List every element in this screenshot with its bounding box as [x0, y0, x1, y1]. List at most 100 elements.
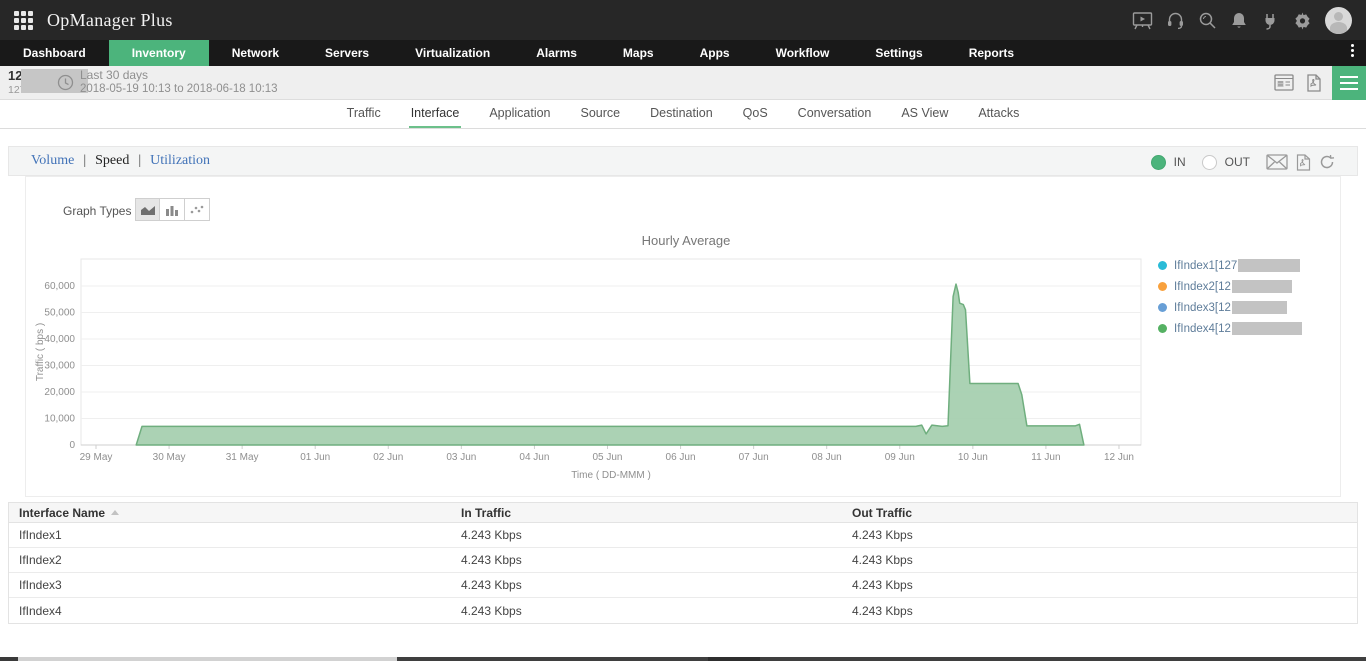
nav-item[interactable]: Workflow: [753, 40, 853, 66]
scatter-chart-type-button[interactable]: [185, 198, 210, 221]
svg-text:50,000: 50,000: [44, 308, 75, 319]
presentation-icon[interactable]: [1132, 11, 1153, 30]
view-options-bar: Volume Speed Utilization IN OUT: [8, 146, 1358, 176]
tab[interactable]: Source: [579, 100, 623, 128]
tab[interactable]: Conversation: [796, 100, 874, 128]
bar-chart-type-button[interactable]: [160, 198, 185, 221]
cell-out-traffic: 4.243 Kbps: [852, 604, 1357, 618]
svg-text:06 Jun: 06 Jun: [666, 452, 696, 463]
legend-color-dot: [1158, 261, 1167, 270]
pdf-export-icon[interactable]: [1296, 154, 1311, 171]
legend-item[interactable]: IfIndex2[12: [1158, 280, 1302, 293]
legend-color-dot: [1158, 303, 1167, 312]
svg-text:08 Jun: 08 Jun: [812, 452, 842, 463]
svg-text:30,000: 30,000: [44, 361, 75, 372]
svg-text:31 May: 31 May: [226, 452, 259, 463]
legend-label: IfIndex4[12: [1174, 323, 1231, 335]
cell-interface-name: IfIndex4: [9, 604, 461, 618]
period-range: 2018-05-19 10:13 to 2018-06-18 10:13: [80, 83, 278, 95]
cell-out-traffic: 4.243 Kbps: [852, 553, 1357, 567]
out-radio[interactable]: [1202, 155, 1217, 170]
notifications-bell-icon[interactable]: [1230, 11, 1248, 30]
clock-icon: [57, 74, 74, 96]
refresh-icon[interactable]: [1319, 154, 1335, 170]
report-layout-icon[interactable]: [1274, 74, 1294, 97]
interface-table: Interface Name In Traffic Out Traffic If…: [8, 502, 1358, 624]
svg-text:Time ( DD-MMM ): Time ( DD-MMM ): [571, 470, 651, 481]
taskbar-edge-segment: [708, 657, 760, 661]
nav-item[interactable]: Virtualization: [392, 40, 513, 66]
table-row[interactable]: IfIndex2 4.243 Kbps 4.243 Kbps: [9, 548, 1357, 573]
legend-redaction: [1238, 259, 1300, 272]
nav-item[interactable]: Alarms: [513, 40, 600, 66]
email-report-icon[interactable]: [1266, 154, 1288, 170]
legend-color-dot: [1158, 282, 1167, 291]
svg-text:07 Jun: 07 Jun: [739, 452, 769, 463]
table-row[interactable]: IfIndex1 4.243 Kbps 4.243 Kbps: [9, 523, 1357, 548]
cell-interface-name: IfIndex2: [9, 553, 461, 567]
svg-text:30 May: 30 May: [153, 452, 186, 463]
area-chart-type-button[interactable]: [135, 198, 160, 221]
apps-grid-icon[interactable]: [14, 11, 33, 30]
legend-redaction: [1232, 280, 1292, 293]
view-link[interactable]: Speed: [74, 153, 129, 169]
col-interface-name: Interface Name: [19, 506, 105, 520]
tab[interactable]: Interface: [409, 100, 462, 128]
legend-item[interactable]: IfIndex4[12: [1158, 322, 1302, 335]
settings-gear-icon[interactable]: [1293, 11, 1312, 30]
nav-item[interactable]: Servers: [302, 40, 392, 66]
nav-item[interactable]: Apps: [677, 40, 753, 66]
tab[interactable]: Application: [487, 100, 552, 128]
cell-interface-name: IfIndex1: [9, 528, 461, 542]
svg-text:0: 0: [69, 440, 75, 451]
table-row[interactable]: IfIndex3 4.243 Kbps 4.243 Kbps: [9, 573, 1357, 598]
nav-item[interactable]: Reports: [946, 40, 1037, 66]
legend-item[interactable]: IfIndex3[12: [1158, 301, 1302, 314]
col-in-traffic: In Traffic: [461, 506, 852, 520]
in-radio-label: IN: [1174, 155, 1186, 169]
svg-text:29 May: 29 May: [80, 452, 113, 463]
user-avatar[interactable]: [1325, 7, 1352, 34]
table-row[interactable]: IfIndex4 4.243 Kbps 4.243 Kbps: [9, 598, 1357, 623]
svg-text:01 Jun: 01 Jun: [300, 452, 330, 463]
tab[interactable]: Traffic: [345, 100, 383, 128]
panel-menu-button[interactable]: [1332, 66, 1366, 100]
main-nav: Dashboard Inventory Network Servers Virt…: [0, 40, 1366, 66]
nav-item[interactable]: Maps: [600, 40, 677, 66]
main-nav-items: Dashboard Inventory Network Servers Virt…: [0, 40, 1037, 66]
cell-out-traffic: 4.243 Kbps: [852, 578, 1357, 592]
sort-arrow-icon[interactable]: [111, 510, 119, 515]
app-title: OpManager Plus: [47, 10, 173, 31]
interface-table-header: Interface Name In Traffic Out Traffic: [9, 502, 1357, 523]
nav-item[interactable]: Network: [209, 40, 302, 66]
tab[interactable]: QoS: [741, 100, 770, 128]
legend-color-dot: [1158, 324, 1167, 333]
traffic-chart-panel: Graph Types Hourly Average 010,00020,000…: [25, 176, 1341, 497]
nav-overflow-menu-icon[interactable]: [1346, 44, 1358, 62]
plugin-icon[interactable]: [1261, 11, 1280, 30]
view-links: Volume Speed Utilization: [31, 153, 210, 169]
nav-item[interactable]: Dashboard: [0, 40, 109, 66]
search-icon[interactable]: [1198, 11, 1217, 30]
nav-item[interactable]: Inventory: [109, 40, 209, 66]
cell-in-traffic: 4.243 Kbps: [461, 553, 852, 567]
tab[interactable]: AS View: [899, 100, 950, 128]
pdf-export-icon[interactable]: [1306, 74, 1322, 97]
tab[interactable]: Destination: [648, 100, 715, 128]
nav-item[interactable]: Settings: [852, 40, 945, 66]
period-label[interactable]: Last 30 days: [80, 68, 148, 82]
view-link[interactable]: Volume: [31, 153, 74, 169]
top-bar: OpManager Plus: [0, 0, 1366, 40]
legend-item[interactable]: IfIndex1[127: [1158, 259, 1302, 272]
svg-text:04 Jun: 04 Jun: [519, 452, 549, 463]
tab[interactable]: Attacks: [976, 100, 1021, 128]
support-headset-icon[interactable]: [1166, 11, 1185, 30]
cell-interface-name: IfIndex3: [9, 578, 461, 592]
in-radio[interactable]: [1151, 155, 1166, 170]
svg-text:05 Jun: 05 Jun: [592, 452, 622, 463]
traffic-area-chart[interactable]: 010,00020,00030,00040,00050,00060,00029 …: [29, 251, 1149, 491]
cell-in-traffic: 4.243 Kbps: [461, 578, 852, 592]
svg-text:10 Jun: 10 Jun: [958, 452, 988, 463]
device-header: 12 127 Last 30 days 2018-05-19 10:13 to …: [0, 66, 1366, 100]
view-link[interactable]: Utilization: [129, 153, 210, 169]
